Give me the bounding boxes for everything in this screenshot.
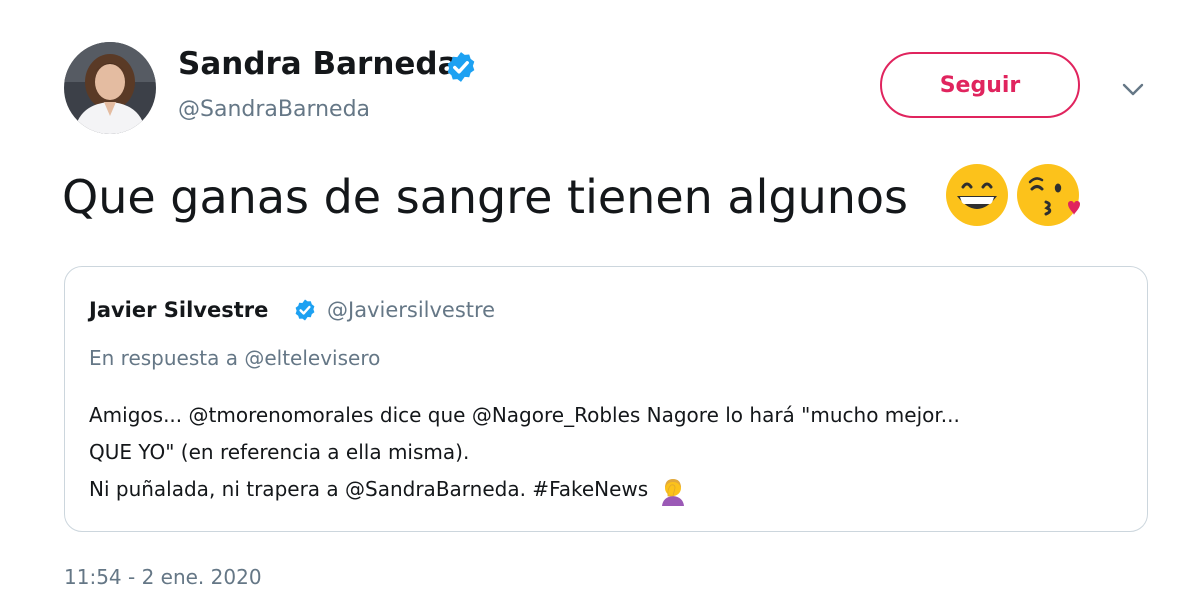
chevron-down-icon[interactable] [1118,74,1148,104]
tweet-card: Sandra Barneda @SandraBarneda Seguir Que… [0,0,1200,600]
grinning-face-icon [946,164,1008,226]
tweet-text: Que ganas de sangre tienen algunos [62,170,908,224]
kissing-face-heart-icon [1017,164,1080,226]
author-name[interactable]: Sandra Barneda [178,44,459,84]
avatar-image [64,42,156,134]
quoted-text-line: Ni puñalada, ni trapera a @SandraBarneda… [89,477,649,501]
quoted-tweet-text: Amigos... @tmorenomorales dice que @Nago… [89,397,1129,508]
verified-badge-icon [295,299,315,321]
quoted-text-line: QUE YO" (en referencia a ella misma). [89,440,470,464]
avatar[interactable] [64,42,156,134]
quoted-text-line-last: Ni puñalada, ni trapera a @SandraBarneda… [89,471,1129,508]
quoted-text-line: Amigos... @tmorenomorales dice que @Nago… [89,403,960,427]
timestamp[interactable]: 11:54 - 2 ene. 2020 [64,562,262,592]
author-handle[interactable]: @SandraBarneda [178,94,370,126]
quoted-author-name: Javier Silvestre [89,298,269,322]
follow-button[interactable]: Seguir [880,52,1080,118]
quoted-author-handle: @Javiersilvestre [327,298,496,322]
facepalm-icon [662,478,685,506]
verified-badge-icon [447,52,475,82]
reply-context: En respuesta a @eltelevisero [89,346,381,370]
quoted-tweet[interactable]: Javier Silvestre @Javiersilvestre En res… [64,266,1148,532]
